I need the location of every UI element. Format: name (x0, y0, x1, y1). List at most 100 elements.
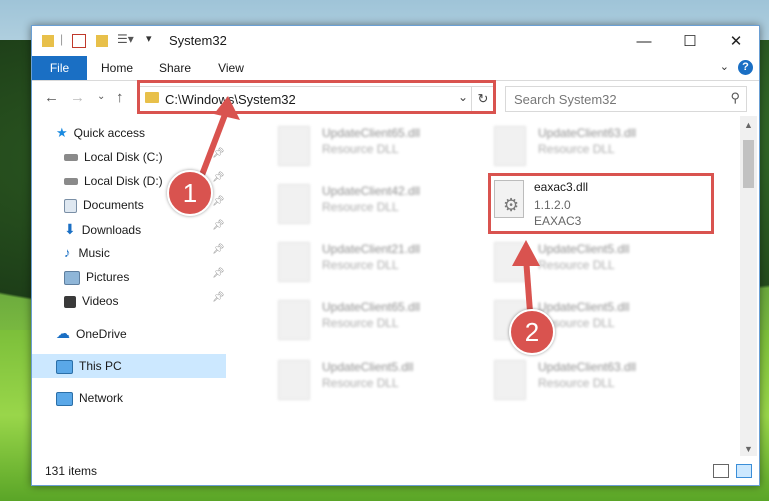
item-count: 131 items (45, 464, 98, 478)
file-highlight-box (488, 173, 714, 234)
sidebar-item-onedrive[interactable]: ☁ OneDrive (56, 322, 127, 344)
file-item[interactable]: UpdateClient21.dll Resource DLL (252, 238, 472, 288)
star-icon: ★ (56, 125, 68, 140)
file-item[interactable]: UpdateClient63.dll Resource DLL (490, 122, 710, 172)
search-box[interactable]: Search System32 ⚲ (505, 86, 747, 112)
download-icon: ⬇ (64, 221, 76, 237)
sidebar-item-label: This PC (79, 359, 122, 373)
file-name: UpdateClient5.dll (322, 360, 414, 374)
title-bar: | ☰▾ ▾ System32 — ☐ ✕ (32, 26, 759, 56)
file-item[interactable]: UpdateClient42.dll Resource DLL (252, 180, 472, 230)
pictures-icon (64, 270, 80, 285)
folder-icon (42, 35, 54, 47)
sidebar-item-local-disk-c[interactable]: Local Disk (C:) (64, 146, 163, 168)
pin-icon[interactable]: 📌︎ (212, 148, 225, 159)
explorer-window: | ☰▾ ▾ System32 — ☐ ✕ File Home Share Vi… (31, 25, 760, 486)
scroll-up-icon[interactable]: ▲ (744, 120, 753, 130)
scroll-thumb[interactable] (743, 140, 754, 188)
sidebar-item-label: Documents (83, 198, 144, 212)
tab-share[interactable]: Share (152, 56, 198, 80)
separator: | (60, 32, 64, 46)
sidebar-item-music[interactable]: ♪ Music (64, 242, 110, 264)
file-description: Resource DLL (322, 376, 399, 390)
sidebar-item-local-disk-d[interactable]: Local Disk (D:) (64, 170, 163, 192)
tab-home[interactable]: Home (94, 56, 140, 80)
help-icon[interactable]: ? (738, 60, 753, 75)
file-name: UpdateClient42.dll (322, 184, 421, 198)
maximize-button[interactable]: ☐ (667, 26, 713, 56)
sidebar-item-label: Music (78, 246, 110, 260)
address-highlight-box (137, 80, 496, 114)
vertical-scrollbar[interactable]: ▲ ▼ (740, 116, 757, 456)
back-arrow-icon[interactable]: ← (44, 89, 59, 106)
sidebar-item-this-pc[interactable]: This PC (56, 355, 122, 377)
file-item[interactable]: UpdateClient65.dll Resource DLL (252, 296, 472, 346)
sidebar-item-label: Videos (82, 294, 119, 308)
close-button[interactable]: ✕ (713, 26, 759, 56)
search-input[interactable]: Search System32 (514, 92, 617, 107)
up-arrow-icon[interactable]: ↑ (116, 89, 124, 106)
pin-icon[interactable]: 📌︎ (212, 220, 225, 231)
dll-file-icon (278, 184, 310, 224)
file-description: Resource DLL (322, 316, 399, 330)
sidebar-item-pictures[interactable]: Pictures (64, 266, 129, 288)
sidebar-item-label: Local Disk (D:) (84, 174, 163, 188)
pin-icon[interactable]: 📌︎ (212, 172, 225, 183)
computer-icon (56, 359, 73, 374)
file-description: Resource DLL (538, 376, 615, 390)
dll-file-icon (494, 126, 526, 166)
file-item[interactable]: UpdateClient5.dll Resource DLL (490, 238, 710, 288)
window-title: System32 (169, 33, 227, 48)
music-icon: ♪ (64, 245, 71, 260)
file-item[interactable]: UpdateClient65.dll Resource DLL (252, 122, 472, 172)
pin-icon[interactable]: 📌︎ (212, 268, 225, 279)
properties-icon[interactable] (72, 34, 86, 48)
large-icons-view-icon[interactable] (736, 464, 752, 478)
sidebar-item-label: Downloads (81, 223, 142, 237)
sidebar-item-quick-access[interactable]: ★ Quick access (56, 122, 145, 144)
file-description: Resource DLL (322, 142, 399, 156)
dll-file-icon (278, 360, 310, 400)
new-folder-icon[interactable] (96, 35, 108, 47)
file-name: UpdateClient5.dll (538, 300, 630, 314)
tab-view[interactable]: View (208, 56, 254, 80)
pin-icon[interactable]: 📌︎ (212, 244, 225, 255)
sidebar-item-documents[interactable]: Documents (64, 194, 144, 216)
sidebar-item-network[interactable]: Network (56, 387, 123, 409)
file-item[interactable]: UpdateClient63.dll Resource DLL (490, 356, 710, 406)
forward-arrow-icon[interactable]: → (70, 89, 85, 106)
details-view-icon[interactable] (713, 464, 729, 478)
sidebar-item-videos[interactable]: Videos (64, 290, 118, 312)
file-name: UpdateClient5.dll (538, 242, 630, 256)
dll-file-icon (278, 242, 310, 282)
file-description: Resource DLL (322, 258, 399, 272)
ribbon-expand-icon[interactable]: ⌄ (720, 60, 729, 73)
sidebar-item-label: Quick access (73, 126, 146, 140)
file-name: UpdateClient65.dll (322, 300, 421, 314)
file-name: UpdateClient63.dll (538, 360, 637, 374)
scroll-down-icon[interactable]: ▼ (744, 444, 753, 454)
drive-icon (64, 154, 78, 162)
network-icon (56, 391, 73, 406)
sidebar-item-label: Pictures (86, 270, 130, 284)
sidebar-item-label: OneDrive (76, 327, 127, 341)
drive-icon (64, 178, 78, 186)
videos-icon (64, 295, 76, 308)
tab-file[interactable]: File (32, 56, 87, 80)
file-description: Resource DLL (538, 142, 615, 156)
sidebar-item-downloads[interactable]: ⬇ Downloads (64, 218, 141, 240)
file-name: UpdateClient63.dll (538, 126, 637, 140)
quick-access-dropdown-icon[interactable]: ▾ (146, 32, 152, 48)
dll-file-icon (278, 126, 310, 166)
file-name: UpdateClient21.dll (322, 242, 421, 256)
ribbon-tabs: File Home Share View ⌄ ? (32, 56, 759, 81)
customize-quick-access-icon[interactable]: ☰▾ (117, 32, 134, 48)
pin-icon[interactable]: 📌︎ (212, 196, 225, 207)
minimize-button[interactable]: — (621, 26, 667, 56)
file-item[interactable]: UpdateClient5.dll Resource DLL (252, 356, 472, 406)
search-icon[interactable]: ⚲ (730, 90, 740, 106)
pin-icon[interactable]: 📌︎ (212, 292, 225, 303)
callout-badge-2: 2 (509, 309, 555, 355)
recent-locations-icon[interactable]: ⌄ (97, 91, 105, 102)
sidebar-item-label: Network (79, 391, 124, 405)
